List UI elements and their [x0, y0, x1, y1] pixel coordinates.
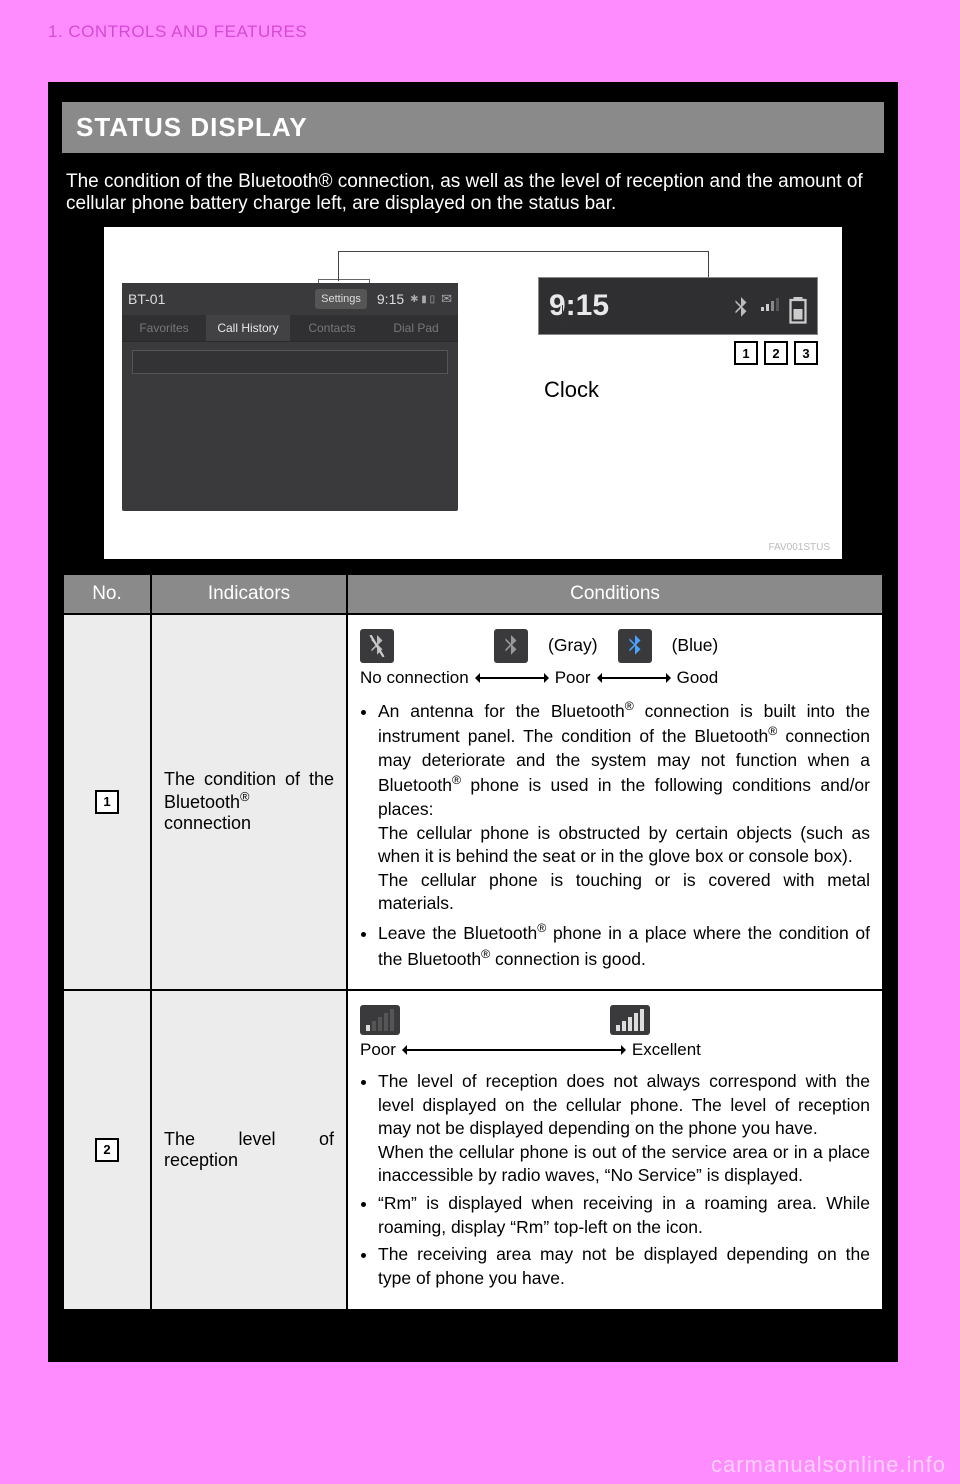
- connector-line: [562, 305, 563, 321]
- intro-text: The condition of the Bluetooth® connecti…: [66, 171, 880, 215]
- table-row: 2 The level of reception: [63, 990, 883, 1310]
- arrow-line: [599, 677, 669, 679]
- signal-icon: [761, 297, 779, 315]
- col-header-indicators: Indicators: [151, 574, 347, 614]
- callout-1: 1: [734, 341, 758, 365]
- connector-line: [338, 251, 708, 252]
- signal-poor-icon: [360, 1005, 400, 1035]
- row-number-2: 2: [95, 1138, 119, 1162]
- list-item: The level of reception does not always c…: [378, 1070, 870, 1188]
- scale-right-2: Excellent: [632, 1039, 701, 1062]
- bt-blue-icon: [618, 629, 652, 663]
- status-table: No. Indicators Conditions 1 The conditio…: [62, 573, 884, 1311]
- scale-left-2: Poor: [360, 1039, 396, 1062]
- device-name: BT-01: [128, 291, 315, 307]
- signal-excellent-icon: [610, 1005, 650, 1035]
- list-item: Leave the Bluetooth® phone in a place wh…: [378, 920, 870, 971]
- scale-mid-1: Poor: [555, 667, 591, 690]
- watermark: carmanualsonline.info: [711, 1452, 946, 1478]
- blue-label: (Blue): [672, 634, 719, 658]
- list-item: “Rm” is displayed when receiving in a ro…: [378, 1192, 870, 1239]
- scale-left-1: No connection: [360, 667, 469, 690]
- tab-favorites[interactable]: Favorites: [122, 315, 206, 341]
- gray-label: (Gray): [548, 634, 598, 658]
- bt-gray-icon: [494, 629, 528, 663]
- tab-contacts[interactable]: Contacts: [290, 315, 374, 341]
- callout-2: 2: [764, 341, 788, 365]
- battery-icon: [789, 297, 807, 315]
- conditions-list-1: An antenna for the Bluetooth® connection…: [360, 698, 870, 971]
- clock-small: 9:15: [377, 291, 404, 307]
- list-item[interactable]: [132, 350, 448, 374]
- device-topbar: BT-01 Settings 9:15 ✱ ▮ ▯ ✉: [122, 283, 458, 315]
- device-list: [122, 342, 458, 382]
- device-tabs: Favorites Call History Contacts Dial Pad: [122, 315, 458, 342]
- col-header-conditions: Conditions: [347, 574, 883, 614]
- indicator-label-1: The condition of the Bluetooth® connecti…: [164, 769, 334, 833]
- section-title: STATUS DISPLAY: [62, 102, 884, 153]
- col-header-no: No.: [63, 574, 151, 614]
- device-screen: BT-01 Settings 9:15 ✱ ▮ ▯ ✉ Favorites Ca…: [122, 283, 458, 511]
- figure-code: FAV001STUS: [768, 542, 830, 553]
- magnified-status-bar: 9:15 1 2 3 Clock: [538, 277, 818, 403]
- tab-dial-pad[interactable]: Dial Pad: [374, 315, 458, 341]
- arrow-line: [404, 1049, 624, 1051]
- bt-no-connection-icon: [360, 629, 394, 663]
- conditions-list-2: The level of reception does not always c…: [360, 1070, 870, 1291]
- message-icon[interactable]: ✉: [441, 291, 452, 307]
- callout-3: 3: [794, 341, 818, 365]
- settings-button[interactable]: Settings: [315, 289, 367, 309]
- clock-large: 9:15: [549, 289, 723, 323]
- connector-line: [708, 251, 709, 279]
- list-item: The receiving area may not be displayed …: [378, 1243, 870, 1290]
- status-icons-small: ✱ ▮ ▯: [410, 294, 435, 305]
- status-display-figure: BT-01 Settings 9:15 ✱ ▮ ▯ ✉ Favorites Ca…: [104, 227, 842, 559]
- bluetooth-icon: [733, 297, 751, 315]
- page-header: 1. CONTROLS AND FEATURES: [48, 0, 960, 42]
- scale-right-1: Good: [677, 667, 719, 690]
- row-number-1: 1: [95, 790, 119, 814]
- connector-line: [338, 251, 339, 281]
- table-row: 1 The condition of the Bluetooth® connec…: [63, 614, 883, 990]
- arrow-line: [477, 677, 547, 679]
- content-region: STATUS DISPLAY The condition of the Blue…: [48, 82, 898, 1362]
- indicator-label-2: The level of reception: [164, 1129, 334, 1170]
- clock-callout-label: Clock: [544, 377, 818, 403]
- list-item: An antenna for the Bluetooth® connection…: [378, 698, 870, 916]
- tab-call-history[interactable]: Call History: [206, 315, 290, 341]
